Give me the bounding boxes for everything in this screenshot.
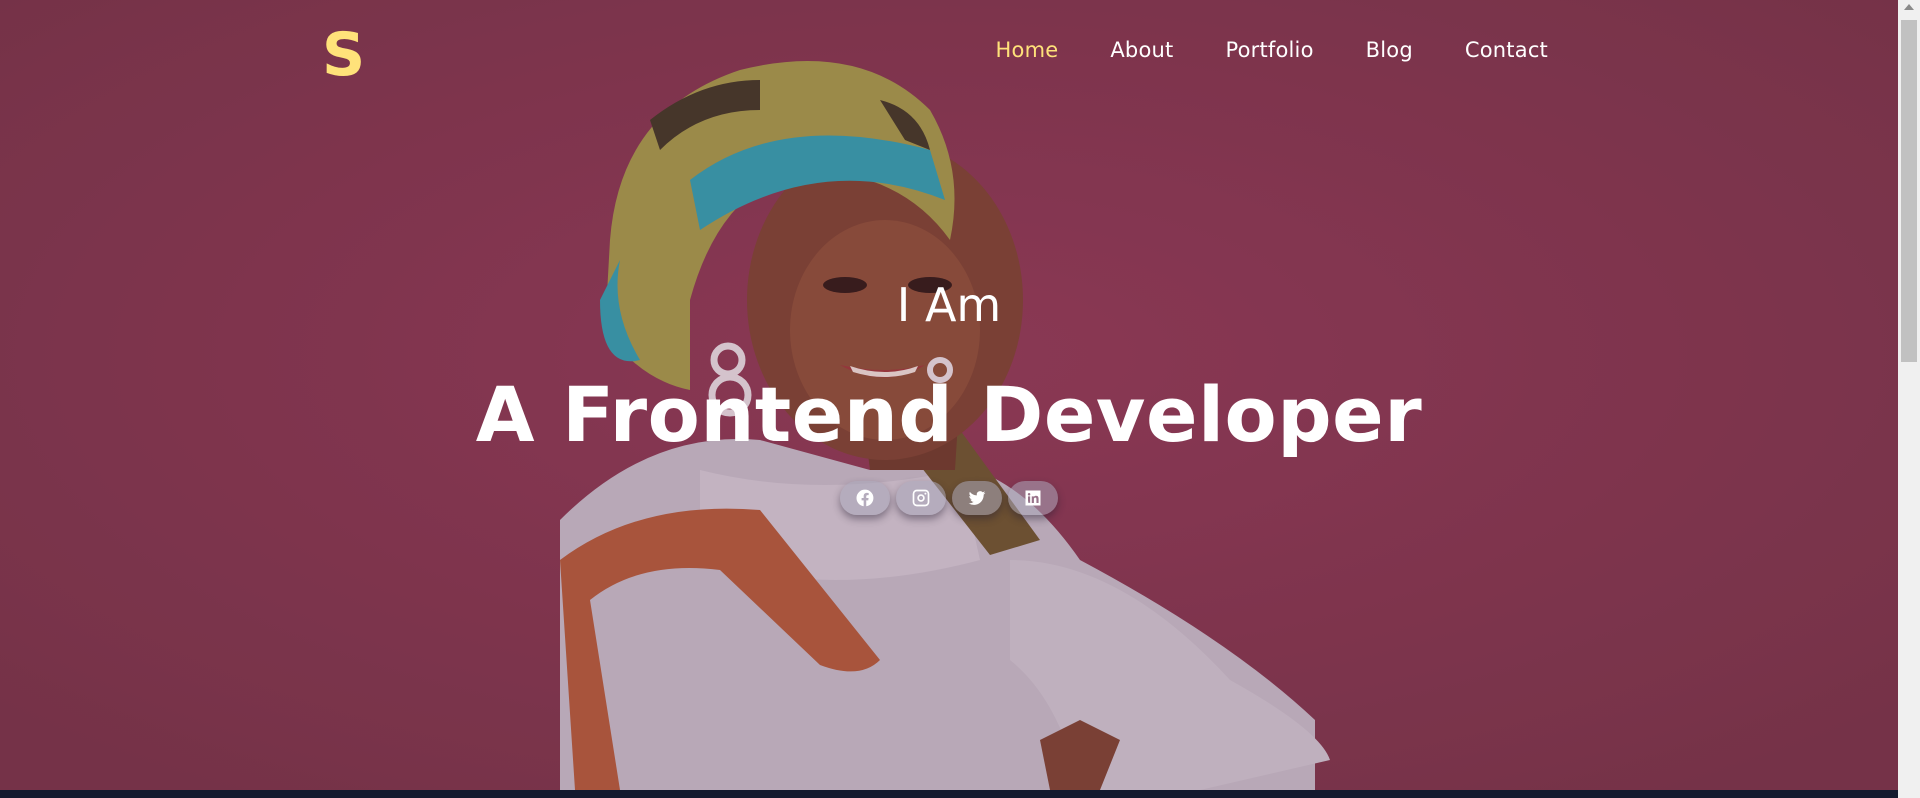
nav-item-about: About	[1110, 38, 1173, 62]
hero-title: A Frontend Developer	[475, 370, 1423, 459]
instagram-link[interactable]	[896, 481, 946, 515]
page: S Home About Portfolio Blog Contact I Am…	[0, 0, 1920, 798]
twitter-icon	[968, 491, 986, 505]
main-nav: Home About Portfolio Blog Contact	[996, 38, 1548, 62]
social-links	[0, 481, 1898, 515]
nav-item-portfolio: Portfolio	[1225, 38, 1313, 62]
vertical-scrollbar[interactable]	[1898, 0, 1920, 798]
nav-item-contact: Contact	[1465, 38, 1548, 62]
nav-link-home[interactable]: Home	[996, 38, 1059, 62]
instagram-icon	[912, 489, 930, 507]
site-logo[interactable]: S	[322, 22, 365, 88]
scroll-up-arrow-icon[interactable]	[1904, 4, 1914, 10]
nav-link-portfolio[interactable]: Portfolio	[1225, 38, 1313, 62]
linkedin-link[interactable]	[1008, 481, 1058, 515]
twitter-link[interactable]	[952, 481, 1002, 515]
facebook-link[interactable]	[840, 481, 890, 515]
hero-section: S Home About Portfolio Blog Contact I Am…	[0, 0, 1898, 790]
nav-link-blog[interactable]: Blog	[1366, 38, 1413, 62]
nav-item-home: Home	[996, 38, 1059, 62]
linkedin-icon	[1025, 490, 1041, 506]
nav-link-contact[interactable]: Contact	[1465, 38, 1548, 62]
facebook-icon	[856, 489, 874, 507]
hero-intro-text: I Am	[896, 278, 1002, 332]
nav-item-blog: Blog	[1366, 38, 1413, 62]
nav-link-about[interactable]: About	[1110, 38, 1173, 62]
scrollbar-thumb[interactable]	[1901, 20, 1917, 362]
